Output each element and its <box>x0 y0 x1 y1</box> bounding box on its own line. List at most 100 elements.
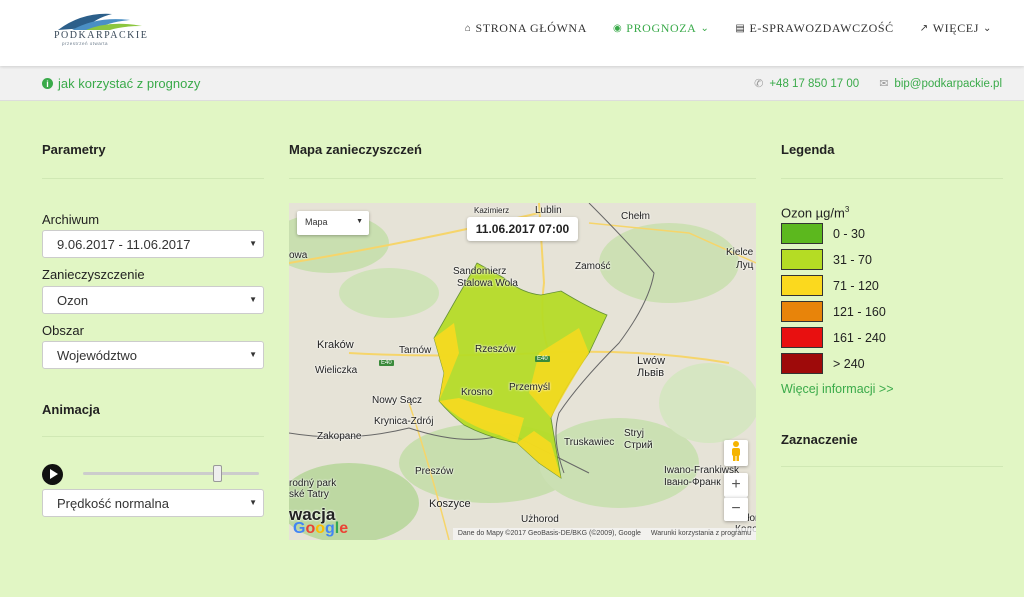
city-label: Rzeszów <box>475 344 516 355</box>
city-label: Krosno <box>461 387 493 398</box>
city-label: rodný park <box>289 478 337 489</box>
city-label: Nowy Sącz <box>372 395 423 406</box>
map-timestamp: 11.06.2017 07:00 <box>467 217 578 241</box>
divider <box>42 178 264 179</box>
contacts: ✆ +48 17 850 17 00 ✉ bip@podkarpackie.pl <box>754 77 1002 91</box>
nav-home[interactable]: ⌂ STRONA GŁÓWNA <box>465 21 587 36</box>
main-nav: ⌂ STRONA GŁÓWNA ◉ PROGNOZA ⌄ ▤ E-SPRAWOZ… <box>465 21 992 36</box>
nav-wiecej[interactable]: ↗ WIĘCEJ ⌄ <box>920 21 992 36</box>
city-label: Sandomierz <box>453 266 507 277</box>
city-label: Wieliczka <box>315 365 358 376</box>
zoom-out-button[interactable]: − <box>724 497 748 521</box>
divider <box>289 178 756 179</box>
ozone-unit-label: Ozon µg/m3 <box>781 205 849 220</box>
city-label: Chełm <box>621 211 650 222</box>
animation-slider[interactable] <box>83 472 259 475</box>
home-icon: ⌂ <box>464 23 472 34</box>
city-label: Zamość <box>575 261 611 272</box>
city-label: Львів <box>637 367 665 379</box>
external-link-icon: ↗ <box>919 23 929 34</box>
nav-prognoza-label: PROGNOZA <box>626 21 697 35</box>
zoom-in-button[interactable]: + <box>724 473 748 497</box>
speed-value: Prędkość normalna <box>57 496 169 511</box>
map-title: Mapa zanieczyszczeń <box>289 142 422 157</box>
legend-range: 71 - 120 <box>833 278 879 293</box>
legend-swatch <box>781 327 823 348</box>
divider <box>42 436 264 437</box>
legend-item: 71 - 120 <box>781 275 879 296</box>
slider-handle[interactable] <box>212 465 222 482</box>
nav-e-sprawozdawczosc[interactable]: ▤ E-SPRAWOZDAWCZOŚĆ <box>735 21 893 36</box>
city-label: Przemyśl <box>509 382 551 393</box>
logo-subtext: przestrzeń otwarta <box>62 41 109 46</box>
city-label: Stalowa Wola <box>457 278 518 289</box>
city-label: Луц <box>736 260 754 271</box>
caret-down-icon: ▼ <box>249 239 257 248</box>
legend-range: 121 - 160 <box>833 304 886 319</box>
caret-down-icon: ▼ <box>249 350 257 359</box>
area-select[interactable]: Województwo ▼ <box>42 341 264 369</box>
legend-item: > 240 <box>781 353 865 374</box>
logo-text: PODKARPACKIE <box>54 30 149 41</box>
city-label: Lublin <box>535 205 562 216</box>
map-type-select[interactable]: Mapa ▼ <box>297 211 369 235</box>
phone-icon: ✆ <box>754 78 764 90</box>
city-label: Krynica-Zdrój <box>374 416 434 427</box>
legend-swatch <box>781 353 823 374</box>
more-info-link[interactable]: Więcej informacji >> <box>781 382 894 396</box>
city-label: Koszyce <box>429 498 471 510</box>
help-link[interactable]: i jak korzystać z prognozy <box>42 76 200 91</box>
speed-select[interactable]: Prędkość normalna ▼ <box>42 489 264 517</box>
play-button[interactable] <box>42 464 63 485</box>
phone-contact[interactable]: ✆ +48 17 850 17 00 <box>754 77 860 91</box>
google-logo: Google <box>293 520 349 537</box>
city-label: Стрий <box>624 440 653 451</box>
city-label: owa <box>289 250 308 261</box>
city-label: Zakopane <box>317 431 362 442</box>
map-type-label: Mapa <box>305 217 328 227</box>
city-label: ské Tatry <box>289 489 329 500</box>
pollution-map[interactable]: Lublin Kazimierz Chełm Kielce Zamość Луц… <box>289 203 756 540</box>
legend-swatch <box>781 249 823 270</box>
city-label: Lwów <box>637 355 666 367</box>
archive-select[interactable]: 9.06.2017 - 11.06.2017 ▼ <box>42 230 264 258</box>
legend-range: > 240 <box>833 356 865 371</box>
chevron-down-icon: ⌄ <box>700 23 710 34</box>
legend-range: 0 - 30 <box>833 226 865 241</box>
city-label: Kazimierz <box>474 206 510 215</box>
divider <box>781 466 1003 467</box>
legend-title: Legenda <box>781 142 835 157</box>
info-icon: i <box>42 78 53 89</box>
road-marker: E40 <box>379 360 394 366</box>
city-label: Tarnów <box>399 345 432 356</box>
chevron-down-icon: ⌄ <box>983 23 992 34</box>
area-value: Województwo <box>57 348 137 363</box>
street-view-pegman[interactable] <box>724 440 748 466</box>
help-link-label: jak korzystać z prognozy <box>58 76 201 91</box>
params-title: Parametry <box>42 142 106 157</box>
pollutant-select[interactable]: Ozon ▼ <box>42 286 264 314</box>
info-bar: i jak korzystać z prognozy ✆ +48 17 850 … <box>0 66 1024 101</box>
email-contact[interactable]: ✉ bip@podkarpackie.pl <box>879 77 1002 91</box>
nav-home-label: STRONA GŁÓWNA <box>475 21 587 35</box>
phone-number: +48 17 850 17 00 <box>769 77 860 90</box>
map-attribution: Dane do Mapy ©2017 GeoBasis-DE/BKG (©200… <box>452 528 756 540</box>
attribution-terms[interactable]: Warunki korzystania z programu <box>651 530 751 538</box>
city-label: Preszów <box>415 466 454 477</box>
area-label: Obszar <box>42 323 84 338</box>
city-label: Івано-Франк <box>664 477 721 488</box>
pollutant-label: Zanieczyszczenie <box>42 267 145 282</box>
nav-prognoza[interactable]: ◉ PROGNOZA ⌄ <box>613 21 709 36</box>
ozone-unit-text: Ozon µg/m <box>781 205 845 221</box>
divider <box>781 178 1003 179</box>
legend-swatch <box>781 301 823 322</box>
legend-item: 31 - 70 <box>781 249 872 270</box>
attribution-data[interactable]: Dane do Mapy ©2017 GeoBasis-DE/BKG (©200… <box>458 530 641 538</box>
legend-swatch <box>781 275 823 296</box>
archive-label: Archiwum <box>42 212 100 227</box>
legend-range: 161 - 240 <box>833 330 886 345</box>
archive-value: 9.06.2017 - 11.06.2017 <box>57 237 191 252</box>
nav-e-sprawozdawczosc-label: E-SPRAWOZDAWCZOŚĆ <box>749 21 894 35</box>
city-label: Kraków <box>317 339 354 351</box>
legend-range: 31 - 70 <box>833 252 872 267</box>
